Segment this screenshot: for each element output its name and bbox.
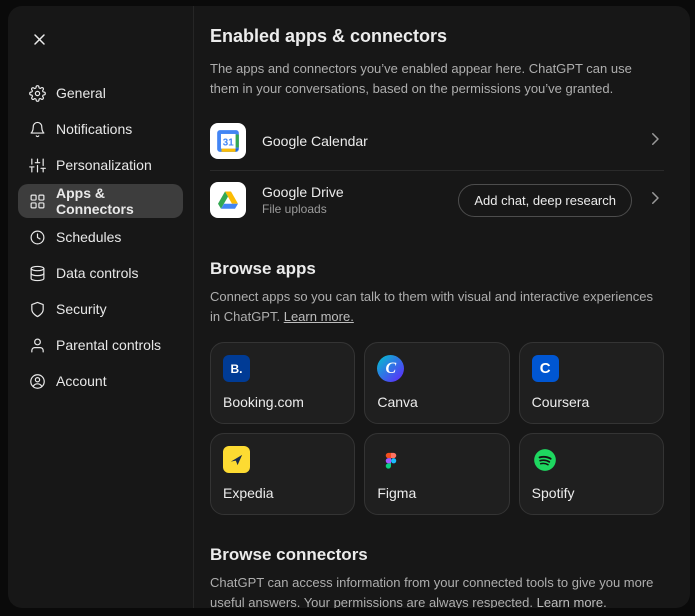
app-card-coursera[interactable]: C Coursera bbox=[518, 342, 664, 424]
expedia-logo-icon bbox=[223, 446, 250, 473]
close-button[interactable] bbox=[24, 24, 54, 54]
enabled-list: 31 Google Calendar Google Drive File upl… bbox=[210, 112, 664, 229]
grid-icon bbox=[28, 192, 46, 210]
settings-dialog: General Notifications Personalization Ap… bbox=[8, 6, 690, 608]
sidebar-item-label: Apps & Connectors bbox=[56, 185, 134, 217]
app-card-canva[interactable]: C Canva bbox=[364, 342, 510, 424]
chevron-right-icon bbox=[646, 189, 664, 212]
svg-text:31: 31 bbox=[223, 137, 234, 148]
sidebar-item-label: Notifications bbox=[56, 121, 133, 137]
sidebar-item-label: Data controls bbox=[56, 265, 139, 281]
sliders-icon bbox=[28, 156, 46, 174]
person-icon bbox=[28, 336, 46, 354]
add-chat-deep-research-button[interactable]: Add chat, deep research bbox=[458, 183, 632, 217]
settings-nav: General Notifications Personalization Ap… bbox=[18, 76, 183, 398]
close-icon bbox=[33, 33, 45, 45]
spotify-logo-icon bbox=[532, 446, 559, 473]
enabled-row-google-drive[interactable]: Google Drive File uploads Add chat, deep… bbox=[210, 170, 664, 229]
shield-icon bbox=[28, 300, 46, 318]
sidebar-item-label: Schedules bbox=[56, 229, 122, 245]
apps-grid: B. Booking.com C Canva C Coursera Expedi… bbox=[210, 342, 664, 515]
app-card-expedia[interactable]: Expedia bbox=[210, 433, 356, 515]
browse-apps-description: Connect apps so you can talk to them wit… bbox=[210, 289, 653, 324]
learn-more-link[interactable]: Learn more. bbox=[537, 595, 607, 609]
coursera-logo-icon: C bbox=[531, 355, 559, 382]
database-icon bbox=[28, 264, 46, 282]
app-name: Canva bbox=[377, 394, 418, 410]
app-name: Spotify bbox=[531, 485, 575, 501]
app-card-booking[interactable]: B. Booking.com bbox=[210, 342, 356, 424]
app-card-spotify[interactable]: Spotify bbox=[518, 433, 664, 515]
app-name: Coursera bbox=[531, 394, 590, 410]
settings-content: Enabled apps & connectors The apps and c… bbox=[194, 6, 690, 608]
sidebar-item-label: Account bbox=[56, 373, 107, 389]
learn-more-link[interactable]: Learn more. bbox=[284, 309, 354, 324]
page-title: Enabled apps & connectors bbox=[210, 26, 448, 46]
sidebar-item-account[interactable]: Account bbox=[18, 364, 183, 398]
connector-subtitle: File uploads bbox=[262, 202, 327, 216]
sidebar-item-general[interactable]: General bbox=[18, 76, 183, 110]
bell-icon bbox=[28, 120, 46, 138]
sidebar-item-label: Parental controls bbox=[56, 337, 162, 353]
figma-logo-icon bbox=[377, 446, 404, 473]
app-name: Expedia bbox=[223, 485, 274, 501]
connector-name: Google Calendar bbox=[262, 133, 368, 149]
sidebar-item-label: Security bbox=[56, 301, 107, 317]
app-name: Booking.com bbox=[223, 394, 304, 410]
google-drive-icon bbox=[210, 182, 246, 218]
app-name: Figma bbox=[377, 485, 417, 501]
google-calendar-icon: 31 bbox=[210, 123, 246, 159]
browse-apps-title: Browse apps bbox=[210, 259, 316, 278]
clock-icon bbox=[28, 228, 46, 246]
browse-connectors-description: ChatGPT can access information from your… bbox=[210, 575, 654, 609]
connector-name: Google Drive bbox=[262, 184, 344, 200]
sidebar-item-notifications[interactable]: Notifications bbox=[18, 112, 183, 146]
sidebar-item-label: General bbox=[56, 85, 106, 101]
browse-connectors-title: Browse connectors bbox=[210, 545, 368, 564]
booking-logo-icon: B. bbox=[223, 355, 250, 382]
canva-logo-icon: C bbox=[377, 355, 405, 382]
user-circle-icon bbox=[28, 372, 46, 390]
enabled-description: The apps and connectors you’ve enabled a… bbox=[210, 61, 632, 96]
enabled-row-google-calendar[interactable]: 31 Google Calendar bbox=[210, 112, 664, 170]
sidebar-item-data-controls[interactable]: Data controls bbox=[18, 256, 183, 290]
sidebar-item-apps-connectors[interactable]: Apps & Connectors bbox=[18, 184, 183, 218]
sidebar-item-personalization[interactable]: Personalization bbox=[18, 148, 183, 182]
app-card-figma[interactable]: Figma bbox=[364, 433, 510, 515]
gear-icon bbox=[28, 84, 46, 102]
sidebar-item-parental-controls[interactable]: Parental controls bbox=[18, 328, 183, 362]
sidebar-item-label: Personalization bbox=[56, 157, 152, 173]
sidebar-item-schedules[interactable]: Schedules bbox=[18, 220, 183, 254]
chevron-right-icon bbox=[646, 130, 664, 153]
settings-sidebar: General Notifications Personalization Ap… bbox=[8, 6, 194, 608]
sidebar-item-security[interactable]: Security bbox=[18, 292, 183, 326]
